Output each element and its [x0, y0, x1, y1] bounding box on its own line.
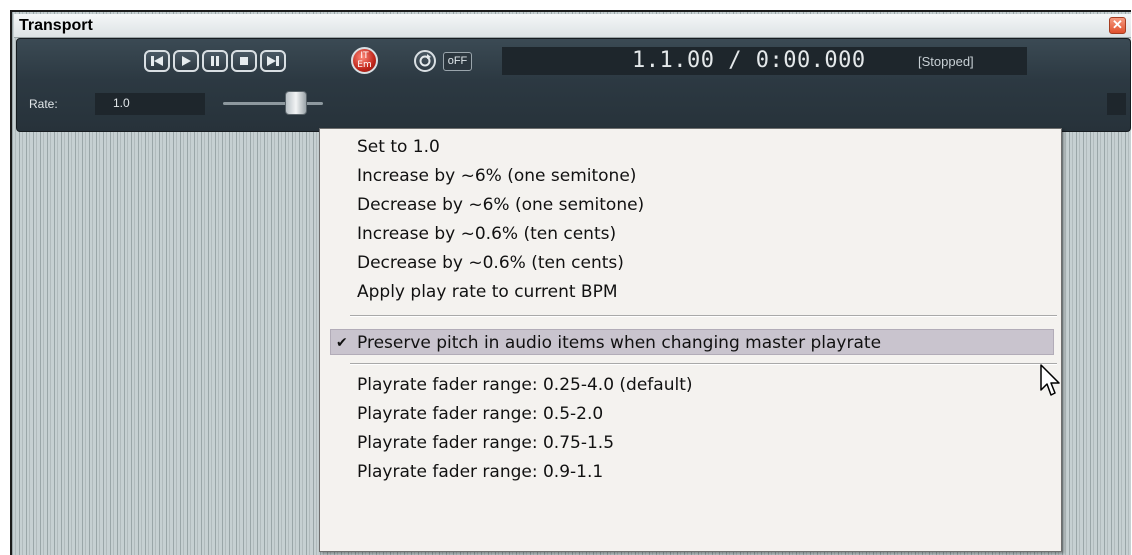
stop-icon — [240, 57, 248, 65]
go-to-end-icon — [267, 56, 279, 66]
repeat-icon — [419, 54, 431, 67]
go-to-end-button[interactable] — [260, 50, 286, 72]
rate-field[interactable]: 1.0 — [95, 93, 205, 115]
go-to-start-button[interactable] — [144, 50, 170, 72]
repeat-button[interactable] — [414, 50, 436, 72]
menu-item-range-0-9[interactable]: Playrate fader range: 0.9-1.1 — [320, 459, 1061, 485]
menu-item-range-0-75[interactable]: Playrate fader range: 0.75-1.5 — [320, 430, 1061, 456]
playrate-off-toggle[interactable]: oFF — [443, 52, 472, 71]
pause-icon — [211, 56, 219, 66]
transport-panel: IT Em oFF 1.1.00 / 0:00.000 [Stopped] Rat… — [16, 38, 1131, 132]
record-button[interactable]: IT Em — [351, 47, 378, 74]
menu-item-increase-cents[interactable]: Increase by ~0.6% (ten cents) — [320, 221, 1061, 247]
menu-item-label: Preserve pitch in audio items when chang… — [357, 333, 882, 353]
playrate-context-menu: Set to 1.0 Increase by ~6% (one semitone… — [319, 128, 1062, 552]
rate-slider-thumb[interactable] — [285, 91, 307, 115]
menu-item-label: Increase by ~0.6% (ten cents) — [357, 224, 617, 244]
record-label-bottom: Em — [357, 60, 372, 70]
menu-separator — [350, 363, 1057, 365]
menu-item-label: Decrease by ~6% (one semitone) — [357, 195, 645, 215]
play-button[interactable] — [173, 50, 199, 72]
menu-item-set-to-1[interactable]: Set to 1.0 — [320, 134, 1061, 160]
menu-item-increase-semitone[interactable]: Increase by ~6% (one semitone) — [320, 163, 1061, 189]
rate-value: 1.0 — [113, 96, 130, 110]
menu-item-label: Playrate fader range: 0.5-2.0 — [357, 404, 604, 424]
menu-item-decrease-semitone[interactable]: Decrease by ~6% (one semitone) — [320, 192, 1061, 218]
stop-button[interactable] — [231, 50, 257, 72]
window-title: Transport — [19, 17, 93, 34]
menu-item-label: Apply play rate to current BPM — [357, 282, 618, 302]
menu-item-label: Set to 1.0 — [357, 137, 440, 157]
pause-button[interactable] — [202, 50, 228, 72]
rate-label: Rate: — [29, 97, 58, 111]
title-bar[interactable]: Transport ✕ — [14, 14, 1131, 38]
menu-item-decrease-cents[interactable]: Decrease by ~0.6% (ten cents) — [320, 250, 1061, 276]
menu-item-label: Increase by ~6% (one semitone) — [357, 166, 637, 186]
menu-item-label: Playrate fader range: 0.9-1.1 — [357, 462, 604, 482]
menu-item-range-0-5[interactable]: Playrate fader range: 0.5-2.0 — [320, 401, 1061, 427]
mouse-cursor-icon — [1040, 364, 1060, 396]
record-icon: IT Em — [357, 51, 371, 70]
play-icon — [182, 56, 191, 66]
close-button[interactable]: ✕ — [1109, 17, 1126, 34]
menu-item-label: Playrate fader range: 0.75-1.5 — [357, 433, 615, 453]
menu-separator — [350, 315, 1057, 317]
checkmark-icon: ✔ — [336, 335, 348, 351]
play-state: [Stopped] — [918, 54, 974, 69]
menu-item-label: Decrease by ~0.6% (ten cents) — [357, 253, 624, 273]
menu-item-apply-to-bpm[interactable]: Apply play rate to current BPM — [320, 279, 1061, 305]
go-to-start-icon — [151, 56, 163, 66]
menu-item-label: Playrate fader range: 0.25-4.0 (default) — [357, 375, 693, 395]
time-readout: 1.1.00 / 0:00.000 — [632, 48, 866, 73]
menu-item-preserve-pitch[interactable]: ✔ Preserve pitch in audio items when cha… — [330, 329, 1054, 355]
rate-slider-track[interactable] — [223, 102, 323, 105]
menu-item-range-default[interactable]: Playrate fader range: 0.25-4.0 (default) — [320, 372, 1061, 398]
time-display[interactable]: 1.1.00 / 0:00.000 [Stopped] — [502, 47, 1027, 75]
tempo-field-edge[interactable] — [1107, 93, 1126, 115]
